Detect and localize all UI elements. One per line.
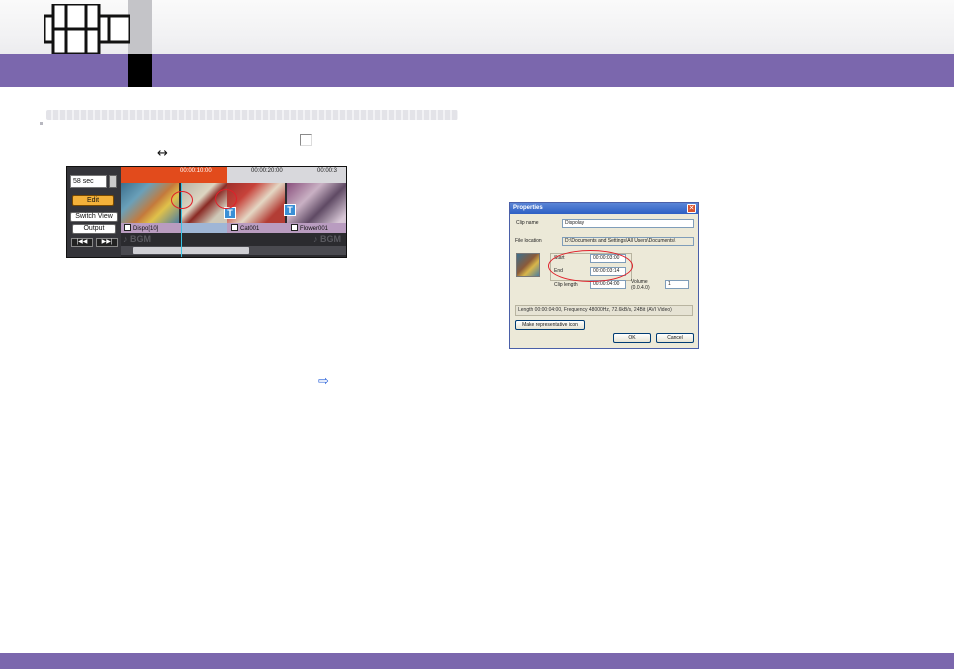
checkbox-icon: [300, 134, 312, 146]
bullet-dot: [40, 122, 43, 125]
duration-field[interactable]: 58 sec: [70, 175, 107, 188]
clip-label[interactable]: Flower001: [291, 224, 328, 233]
volume-field[interactable]: 1: [665, 280, 689, 289]
left-right-arrow-icon: ↔: [157, 146, 168, 161]
clip-label[interactable]: Dispo[10]: [124, 224, 158, 233]
clip-thumbnail: [516, 253, 540, 277]
file-location-label: File location: [515, 238, 542, 244]
edit-button[interactable]: Edit: [72, 195, 114, 206]
clip-name-field[interactable]: Dispolay: [562, 219, 694, 228]
close-icon[interactable]: ✕: [687, 204, 696, 213]
clip-length-label: Clip length: [554, 282, 578, 288]
right-arrow-icon[interactable]: ⇨: [318, 375, 329, 388]
video-clip[interactable]: [121, 183, 179, 223]
bgm-track-label: ♪ BGM: [313, 234, 341, 244]
header-black-block: [128, 54, 152, 87]
highlight-circle: [171, 191, 193, 209]
ok-button[interactable]: OK: [613, 333, 651, 343]
highlight-circle: [215, 189, 237, 209]
clip-label-track-selected: [181, 223, 227, 233]
scrollbar-thumb[interactable]: [133, 247, 249, 254]
duration-spinner[interactable]: [109, 175, 117, 188]
bgm-track-label: ♪ BGM: [123, 234, 151, 244]
previous-button[interactable]: |◀◀: [71, 238, 93, 247]
ruler-time: 00:00:10:00: [180, 168, 212, 174]
faint-text-line: [46, 110, 458, 120]
switch-view-button[interactable]: Switch View: [70, 212, 118, 222]
video-clip[interactable]: [287, 183, 346, 223]
file-location-field: D:\Documents and Settings\All Users\Docu…: [562, 237, 694, 246]
ruler-time: 00:00:20:00: [251, 168, 283, 174]
cancel-button[interactable]: Cancel: [656, 333, 694, 343]
properties-dialog: Properties ✕ Clip name Dispolay File loc…: [509, 202, 699, 349]
dialog-title: Properties: [510, 203, 698, 214]
ruler-time: 00:00:3: [317, 168, 338, 174]
header-gray-strip: [128, 0, 152, 54]
page: ↔ ⇨ 58 sec Edit Switch View Output |◀◀ ▶…: [0, 0, 954, 669]
footer-band: [0, 653, 954, 669]
clip-name-label: Clip name: [516, 220, 539, 226]
clip-label[interactable]: Cat001: [231, 224, 259, 233]
text-title-icon[interactable]: T: [284, 204, 296, 216]
make-representative-icon-button[interactable]: Make representative icon: [515, 320, 585, 330]
next-button[interactable]: ▶▶|: [96, 238, 118, 247]
volume-label: Volume (0.0.4.0): [631, 279, 650, 291]
film-strip-icon: [44, 4, 130, 54]
highlight-circle: [548, 250, 633, 282]
timeline-screenshot: 58 sec Edit Switch View Output |◀◀ ▶▶| 0…: [66, 166, 347, 258]
clip-info-line: Length 00:00:04:00, Frequency 48000Hz, 7…: [515, 305, 693, 316]
output-button[interactable]: Output: [72, 224, 116, 234]
